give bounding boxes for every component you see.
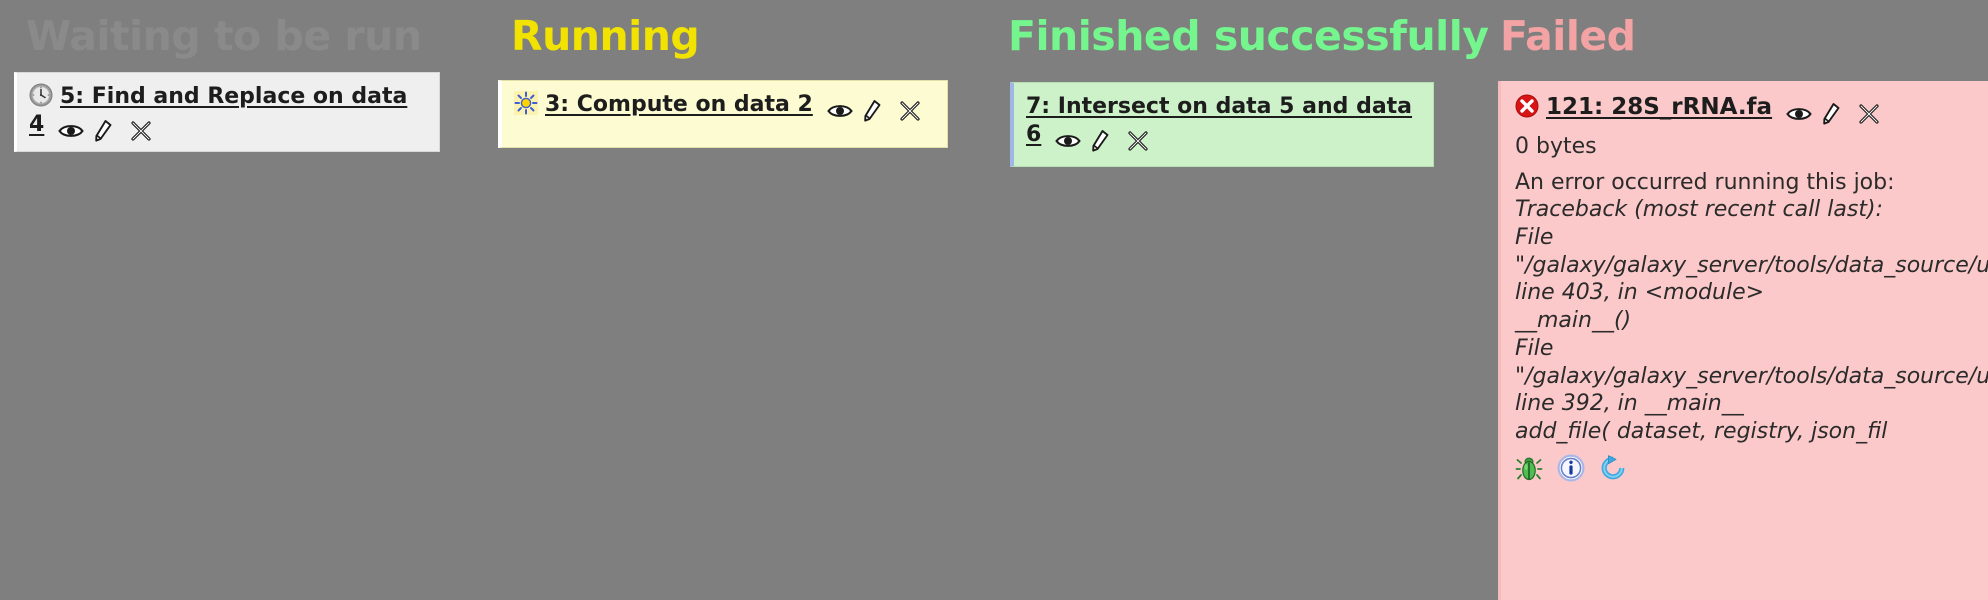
dataset-title-row: 121: 28S_rRNA.fa bbox=[1515, 93, 1978, 125]
delete-x-icon[interactable] bbox=[1127, 127, 1153, 151]
pencil-icon[interactable] bbox=[863, 97, 889, 122]
dataset-title-row: 7: Intersect on data 5 and data 6 bbox=[1026, 93, 1421, 152]
error-prefix: An error occurred running this job: bbox=[1515, 169, 1902, 195]
pencil-icon[interactable] bbox=[94, 117, 120, 142]
column-heading-finished: Finished successfully bbox=[1008, 12, 1489, 60]
column-heading-running: Running bbox=[511, 12, 700, 60]
pencil-icon[interactable] bbox=[1091, 127, 1117, 152]
rerun-icon[interactable] bbox=[1599, 454, 1627, 482]
clock-icon bbox=[29, 83, 53, 107]
dataset-footer-actions bbox=[1515, 454, 1978, 482]
column-heading-failed: Failed bbox=[1500, 12, 1636, 60]
delete-x-icon[interactable] bbox=[130, 117, 156, 141]
history-states-canvas: Waiting to be run Running Finished succe… bbox=[0, 0, 1988, 600]
dataset-card-body: 3: Compute on data 2 bbox=[502, 81, 947, 134]
pencil-icon[interactable] bbox=[1822, 100, 1848, 125]
dataset-title-row: 3: Compute on data 2 bbox=[514, 91, 935, 122]
dataset-size: 0 bytes bbox=[1515, 134, 1597, 160]
delete-x-icon[interactable] bbox=[1858, 100, 1884, 124]
error-traceback: Traceback (most recent call last): File … bbox=[1515, 197, 1988, 445]
dataset-title-link[interactable]: 3: Compute on data 2 bbox=[545, 92, 813, 117]
info-icon[interactable] bbox=[1557, 454, 1585, 482]
dataset-error-message: An error occurred running this job: Trac… bbox=[1515, 169, 1988, 446]
dataset-card-waiting[interactable]: 5: Find and Replace on data 4 bbox=[14, 72, 440, 152]
dataset-title-row: 5: Find and Replace on data 4 bbox=[29, 83, 427, 142]
dataset-action-icons bbox=[58, 114, 156, 142]
dataset-title-link[interactable]: 121: 28S_rRNA.fa bbox=[1546, 94, 1772, 120]
error-x-circle-icon bbox=[1515, 94, 1539, 118]
delete-x-icon[interactable] bbox=[899, 97, 925, 121]
dataset-card-running[interactable]: 3: Compute on data 2 bbox=[498, 80, 948, 148]
bug-icon[interactable] bbox=[1515, 454, 1543, 482]
dataset-card-body: 121: 28S_rRNA.fa 0 bytes An error occurr… bbox=[1501, 81, 1988, 490]
dataset-action-icons bbox=[1055, 124, 1153, 152]
eye-icon[interactable] bbox=[58, 117, 85, 139]
dataset-card-finished[interactable]: 7: Intersect on data 5 and data 6 bbox=[1010, 82, 1434, 167]
eye-icon[interactable] bbox=[1786, 100, 1812, 122]
dataset-action-icons bbox=[827, 94, 925, 122]
eye-icon[interactable] bbox=[827, 97, 853, 119]
column-heading-waiting: Waiting to be run bbox=[26, 12, 422, 60]
dataset-card-failed[interactable]: 121: 28S_rRNA.fa 0 bytes An error occurr… bbox=[1498, 81, 1988, 600]
spinner-sunburst-icon bbox=[514, 91, 538, 115]
dataset-action-icons bbox=[1786, 96, 1884, 125]
dataset-card-body: 7: Intersect on data 5 and data 6 bbox=[1014, 83, 1433, 164]
eye-icon[interactable] bbox=[1055, 127, 1082, 149]
dataset-card-body: 5: Find and Replace on data 4 bbox=[17, 73, 439, 154]
